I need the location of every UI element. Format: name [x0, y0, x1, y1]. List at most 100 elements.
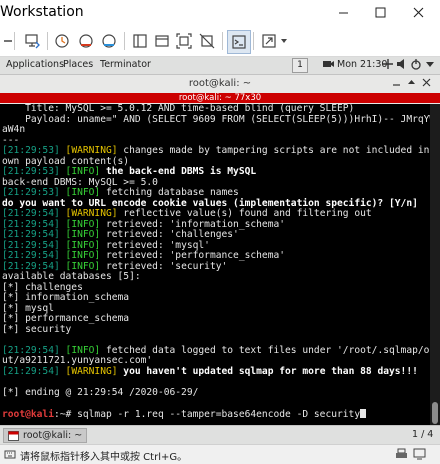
- terminal-tab-active[interactable]: root@kali: ~ 77x30: [0, 93, 440, 103]
- terminal-text: retrieved: 'challenges': [100, 229, 239, 240]
- terminal-text: [INFO]: [65, 344, 101, 356]
- terminal-button[interactable]: [227, 30, 251, 54]
- unity-icon: [199, 33, 215, 49]
- terminal-output[interactable]: Title: MySQL >= 5.0.12 AND time-based bl…: [0, 104, 430, 425]
- printer-icon[interactable]: [395, 448, 408, 463]
- scrollbar-thumb[interactable]: [432, 402, 438, 424]
- vm-toolbar: [0, 26, 440, 57]
- terminal-line: [*] security: [2, 323, 430, 336]
- panel-chevron-down-icon[interactable]: [425, 58, 435, 73]
- fit-guest-button[interactable]: [173, 30, 195, 52]
- fullscreen-dropdown[interactable]: [278, 30, 290, 52]
- terminal-text: [INFO]: [65, 218, 101, 230]
- gnome-bottom-panel: root@kali: ~ 1 / 4: [0, 425, 440, 444]
- window-title: Workstation: [0, 4, 84, 20]
- terminal-text: [21:29:54]: [2, 229, 66, 240]
- clock[interactable]: Mon 21:30: [337, 59, 387, 70]
- library-button[interactable]: [129, 30, 151, 52]
- terminal-text: [*] ending @ 21:29:54 /2020-06-29/: [2, 386, 199, 398]
- terminal-icon: [232, 35, 246, 49]
- toolbar-separator: [47, 32, 48, 50]
- terminal-text: reflective value(s) found and filtering …: [117, 208, 372, 219]
- terminal-text: fetching database names: [100, 187, 239, 198]
- snapshot-manager-icon: [102, 34, 116, 48]
- maximize-button[interactable]: [367, 2, 393, 22]
- applications-menu[interactable]: Applications: [6, 59, 64, 70]
- terminal-text: root@kali: [2, 408, 54, 420]
- terminal-text: [21:29:54]: [2, 218, 66, 230]
- terminal-text: :~# sqlmap -r 1.req --tamper=base64encod…: [53, 408, 361, 420]
- terminal-line: aW4n: [2, 124, 430, 136]
- terminal-text: retrieved: 'performance_schema': [100, 250, 286, 261]
- terminal-text: [WARNING]: [65, 145, 118, 156]
- terminal-text: [INFO]: [65, 166, 101, 177]
- volume-icon[interactable]: [396, 58, 408, 73]
- terminal-scrollbar[interactable]: [430, 104, 440, 425]
- close-button[interactable]: [405, 2, 431, 22]
- terminal-text: fetched data logged to text files under …: [100, 344, 430, 356]
- terminal-text: [INFO]: [65, 250, 101, 261]
- terminal-text: changes made by tampering scripts are no…: [117, 145, 430, 156]
- terminal-text: [21:29:54]: [2, 239, 66, 251]
- pause-icon: [4, 40, 12, 42]
- vm-titlebar: Workstation: [0, 0, 440, 26]
- terminal-maximize-button[interactable]: [407, 78, 416, 90]
- network-icon[interactable]: [382, 58, 394, 73]
- snapshot-manager-button[interactable]: [98, 30, 120, 52]
- terminal-lines: Title: MySQL >= 5.0.12 AND time-based bl…: [2, 104, 430, 420]
- terminal-text: [WARNING]: [65, 208, 118, 219]
- terminal-text: retrieved: 'security': [100, 260, 228, 272]
- send-ctrl-alt-del-icon: [25, 34, 40, 49]
- minimize-icon: [393, 84, 400, 86]
- workspace-indicator[interactable]: 1: [292, 58, 308, 73]
- places-menu[interactable]: Places: [63, 59, 93, 70]
- terminal-text: the back-end DBMS is MySQL: [100, 166, 257, 177]
- terminal-text: [INFO]: [65, 229, 101, 240]
- terminal-line: ​: [2, 398, 430, 409]
- snapshot-icon: [55, 34, 69, 48]
- terminal-text: [WARNING]: [65, 365, 118, 377]
- minimize-button[interactable]: [330, 2, 356, 22]
- terminal-text: available databases [5]:: [2, 271, 141, 282]
- revert-snapshot-button[interactable]: [75, 30, 97, 52]
- terminal-text: retrieved: 'mysql': [100, 239, 210, 251]
- terminal-text: [*] security: [2, 323, 72, 335]
- workspace-pager[interactable]: 1 / 4: [412, 429, 433, 440]
- toolbar-separator: [253, 32, 254, 50]
- snapshot-button[interactable]: [51, 30, 73, 52]
- unity-button[interactable]: [196, 30, 218, 52]
- power-icon[interactable]: [410, 58, 422, 73]
- terminal-text: [21:29:54]: [2, 260, 66, 272]
- terminal-text: [*] mysql: [2, 302, 54, 314]
- console-view-button[interactable]: [151, 30, 173, 52]
- terminal-text: [21:29:54]: [2, 344, 66, 356]
- terminal-text: Payload: uname=" AND (SELECT 9609 FROM (…: [2, 113, 430, 125]
- terminal-cursor: [360, 408, 367, 418]
- taskbar-window-button[interactable]: root@kali: ~: [3, 428, 88, 443]
- close-icon: [413, 7, 423, 17]
- terminal-window-titlebar: root@kali: ~: [0, 75, 440, 94]
- video-icon: [322, 58, 335, 73]
- terminal-minimize-button[interactable]: [392, 78, 401, 90]
- terminal-text: [*] performance_schema: [2, 313, 130, 324]
- terminal-text: [INFO]: [65, 260, 101, 272]
- terminal-text: you haven't updated sqlmap for more than…: [117, 365, 418, 377]
- terminal-text: [21:29:53]: [2, 187, 66, 198]
- terminal-close-button[interactable]: [422, 78, 431, 90]
- fit-guest-icon: [176, 33, 192, 49]
- minimize-icon: [338, 12, 348, 13]
- display-icon[interactable]: [413, 448, 426, 463]
- fullscreen-button[interactable]: [258, 30, 280, 52]
- maximize-icon: [408, 80, 415, 84]
- terminal-text: back-end DBMS: MySQL >= 5.0: [2, 176, 158, 188]
- fullscreen-icon: [262, 34, 276, 48]
- close-icon: [422, 78, 431, 87]
- terminal-text: own payload content(s): [2, 155, 130, 167]
- send-ctrl-alt-del-button[interactable]: [21, 30, 43, 52]
- terminal-tab-bar: root@kali: ~ 77x30: [0, 93, 440, 104]
- terminal-text: [21:29:54]: [2, 365, 66, 377]
- toolbar-separator: [222, 32, 223, 50]
- taskbar-window-label: root@kali: ~: [23, 430, 83, 441]
- terminal-text: [21:29:53]: [2, 145, 66, 156]
- terminator-menu[interactable]: Terminator: [100, 59, 151, 70]
